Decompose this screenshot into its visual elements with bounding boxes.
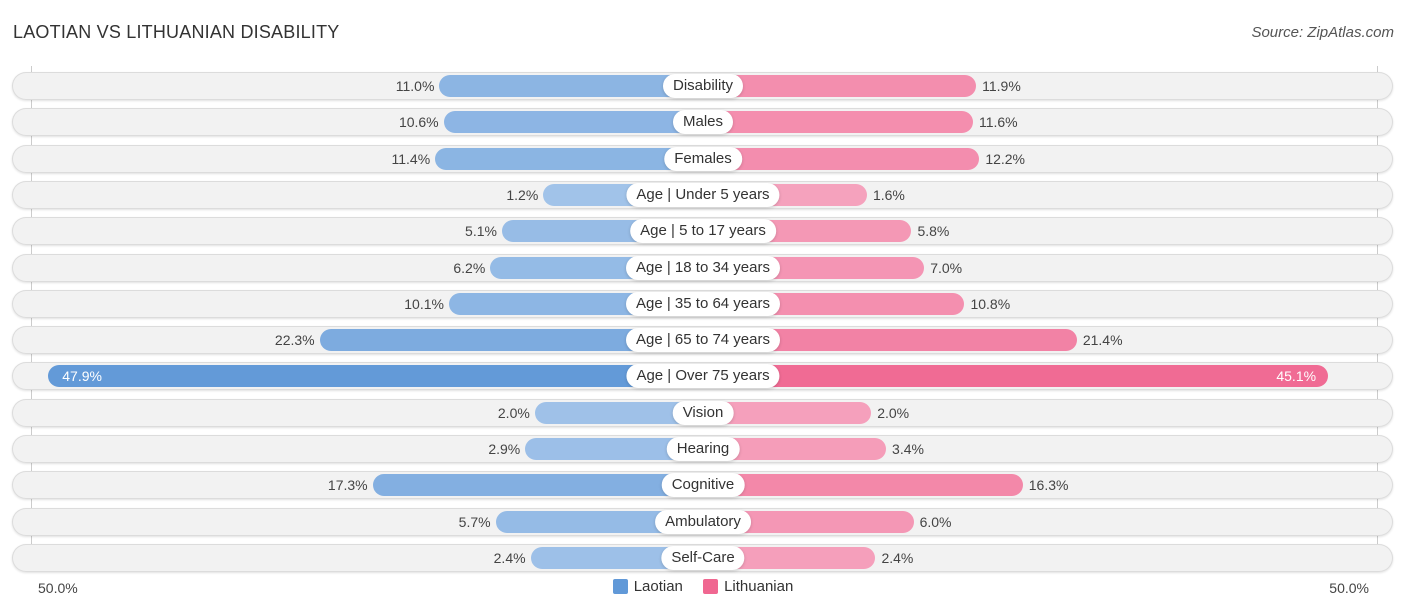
category-label: Disability [662, 74, 744, 98]
category-label: Cognitive [661, 473, 745, 498]
bar-laotian [372, 474, 703, 497]
value-label-laotian: 2.9% [488, 441, 521, 457]
value-label-lithuanian: 2.4% [881, 549, 914, 566]
value-label-laotian: 22.3% [274, 332, 315, 349]
value-label-laotian: 2.0% [497, 404, 530, 421]
value-label-laotian: 17.3% [327, 477, 368, 494]
bar-lithuanian [703, 474, 1023, 497]
value-label-laotian: 6.2% [453, 259, 486, 276]
category-label: Age | 5 to 17 years [630, 219, 776, 244]
value-label-laotian: 10.1% [404, 295, 444, 312]
value-label-lithuanian: 21.4% [1082, 332, 1123, 349]
legend-label-lithuanian: Lithuanian [724, 578, 794, 595]
category-label: Vision [672, 400, 734, 425]
value-label-lithuanian: 12.2% [985, 150, 1026, 167]
legend-item-laotian: Laotian [612, 578, 683, 595]
value-label-lithuanian: 2.0% [877, 404, 910, 421]
bar-lithuanian [703, 147, 980, 170]
bar-laotian [443, 111, 703, 134]
value-label-lithuanian: 6.0% [919, 513, 952, 530]
value-label-laotian: 5.1% [465, 223, 497, 240]
bar-lithuanian [703, 365, 1329, 388]
value-label-lithuanian: 11.9% [982, 78, 1021, 94]
value-label-lithuanian: 11.6% [978, 114, 1018, 131]
category-label: Age | 18 to 34 years [626, 255, 780, 280]
category-label: Ambulatory [655, 509, 751, 534]
value-label-laotian: 1.2% [506, 186, 539, 203]
value-label-lithuanian: 5.8% [917, 223, 950, 240]
value-label-laotian: 2.4% [493, 549, 526, 566]
value-label-lithuanian: 16.3% [1028, 477, 1069, 494]
bar-laotian [435, 147, 703, 170]
value-label-laotian: 11.4% [391, 150, 431, 167]
value-label-lithuanian: 7.0% [930, 259, 963, 276]
category-label: Age | 65 to 74 years [626, 328, 780, 353]
legend-item-lithuanian: Lithuanian [703, 578, 793, 595]
category-label: Age | Under 5 years [626, 182, 780, 207]
category-label: Age | 35 to 64 years [626, 291, 780, 316]
bar-laotian [48, 365, 703, 388]
value-label-lithuanian: 45.1% [1276, 368, 1317, 385]
value-label-lithuanian: 1.6% [872, 186, 905, 203]
value-label-laotian: 11.0% [395, 78, 435, 94]
bar-lithuanian [703, 111, 973, 134]
category-label: Females [664, 146, 742, 171]
legend-label-laotian: Laotian [633, 578, 683, 595]
legend-swatch-lithuanian [703, 579, 719, 594]
source-credit: Source: ZipAtlas.com [1251, 24, 1394, 41]
category-label: Self-Care [661, 545, 745, 570]
category-label: Age | Over 75 years [626, 364, 780, 389]
value-label-laotian: 47.9% [62, 368, 102, 385]
legend-swatch-laotian [612, 579, 628, 594]
category-label: Hearing [666, 437, 740, 461]
value-label-laotian: 5.7% [458, 513, 491, 530]
value-label-laotian: 10.6% [398, 114, 439, 131]
value-label-lithuanian: 10.8% [970, 295, 1011, 312]
value-label-lithuanian: 3.4% [892, 441, 924, 457]
category-label: Males [672, 110, 734, 135]
chart-title: LAOTIAN VS LITHUANIAN DISABILITY [13, 22, 340, 42]
legend: Laotian Lithuanian [0, 578, 1406, 598]
bar-lithuanian [703, 75, 977, 97]
